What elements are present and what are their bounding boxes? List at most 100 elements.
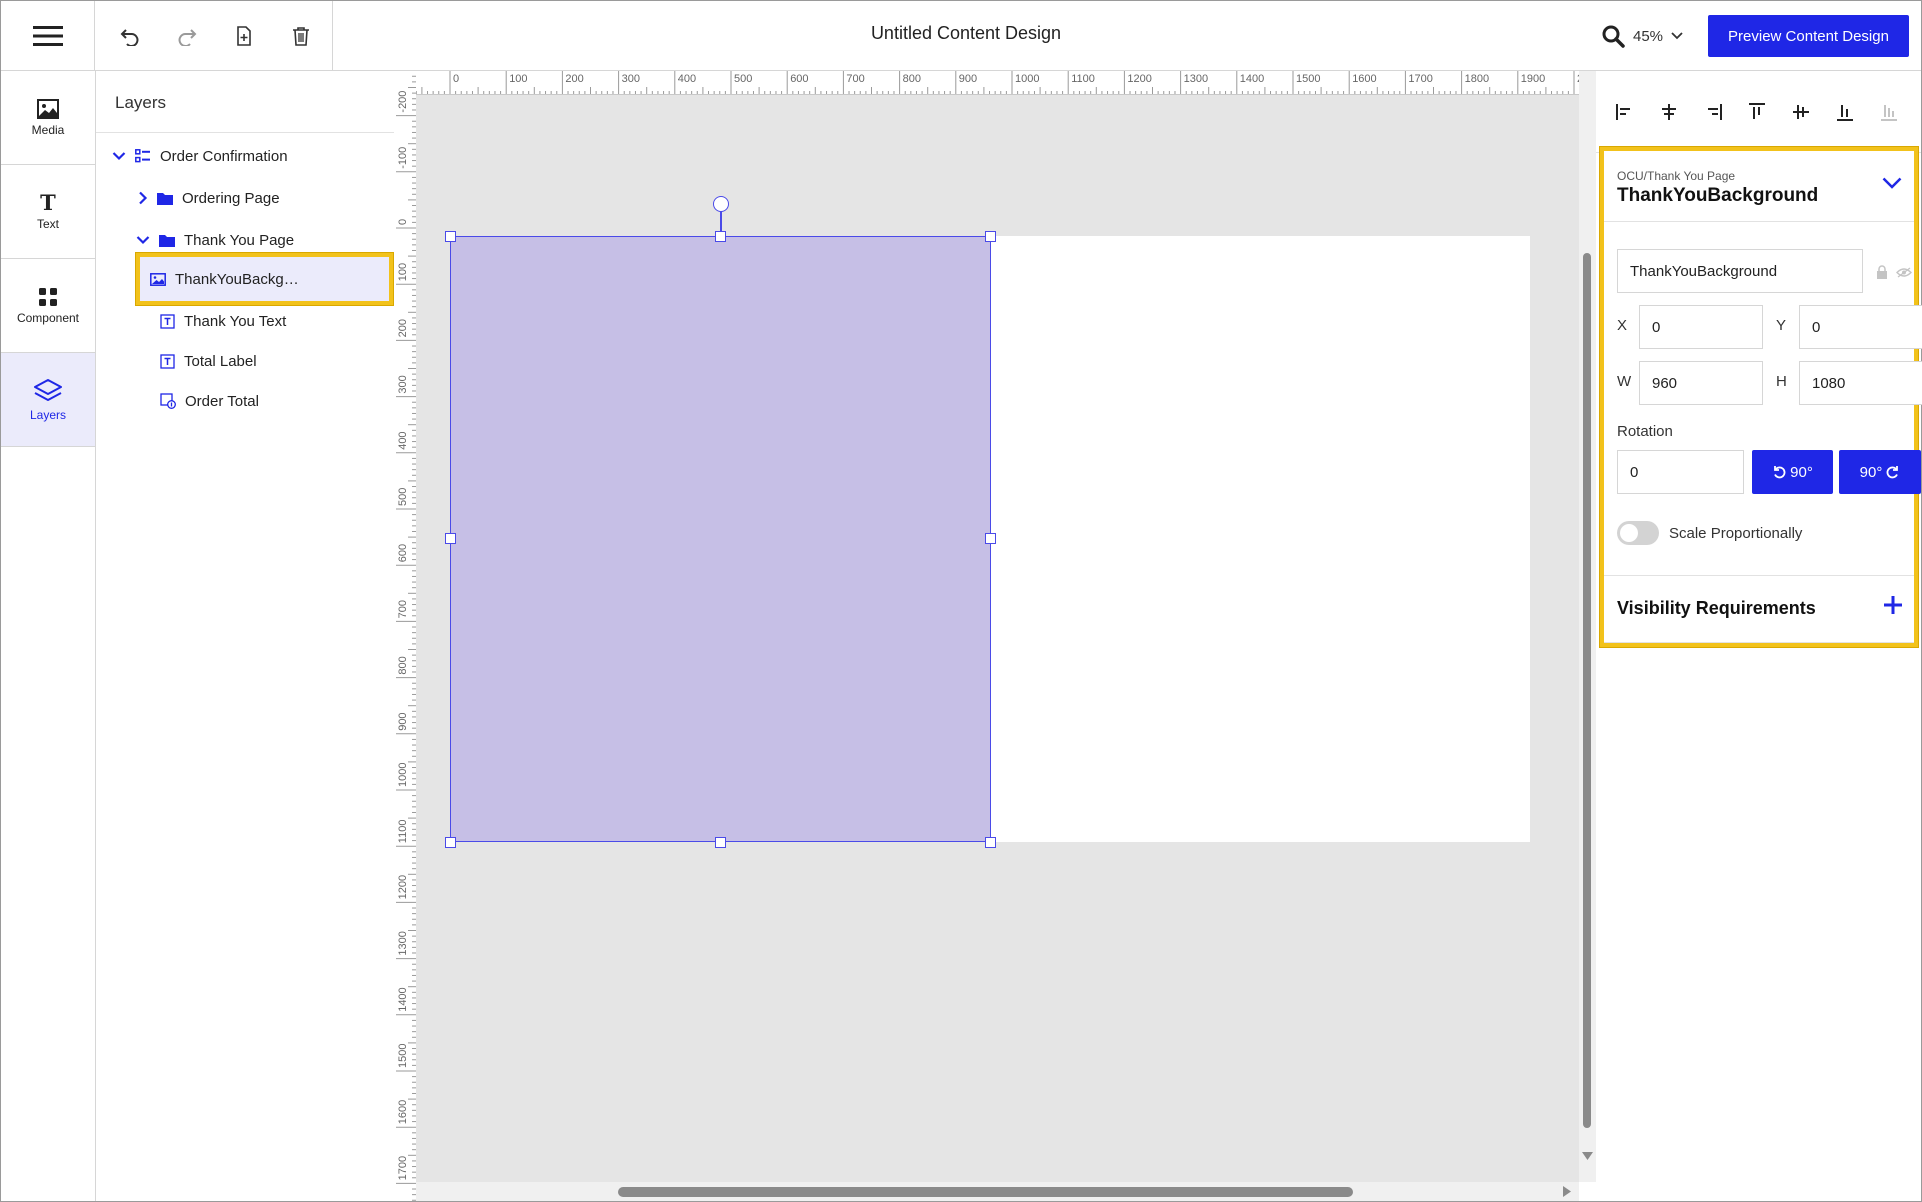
align-bottom-button[interactable] [1832,99,1858,125]
resize-handle-bottom-right[interactable] [985,837,996,848]
lock-icon[interactable] [1876,265,1888,279]
chevron-down-icon[interactable] [1882,177,1902,189]
resize-handle-right[interactable] [985,533,996,544]
align-center-horizontal-button[interactable] [1656,99,1682,125]
layer-row-thankyoubackground[interactable]: ThankYouBackg… [136,253,393,305]
ruler-label: 400 [678,73,696,85]
properties-card-header[interactable]: OCU/Thank You Page ThankYouBackground [1604,151,1914,222]
text-layer-icon [160,313,175,329]
resize-handle-bottom-left[interactable] [445,837,456,848]
layer-name-field[interactable]: ThankYouBackground [1617,249,1863,293]
ruler-label: 0 [453,73,459,85]
chevron-down-icon[interactable] [112,151,126,161]
align-bottom-icon [1837,104,1853,121]
ruler-label: 1400 [1240,73,1264,85]
resize-handle-bottom[interactable] [715,837,726,848]
redo-icon [178,29,197,46]
layer-path: OCU/Thank You Page [1617,169,1736,183]
ruler-label: 100 [509,73,527,85]
rotate-ccw-90-button[interactable]: 90° [1752,450,1833,494]
ruler-label: 500 [397,488,409,506]
layer-row-total-label[interactable]: Total Label [160,345,257,377]
resize-handle-left[interactable] [445,533,456,544]
layer-row-thank-you-page[interactable]: Thank You Page [136,224,294,256]
align-middle-vertical-button[interactable] [1788,99,1814,125]
rotate-cw-label: 90° [1859,463,1883,481]
layer-label: Thank You Page [184,231,295,249]
undo-button[interactable] [115,21,145,51]
align-middle-v-icon [1793,104,1809,119]
chevron-right-icon[interactable] [138,191,148,205]
hamburger-menu-button[interactable] [1,1,95,71]
align-right-icon [1708,103,1722,120]
rotate-cw-90-button[interactable]: 90° [1839,450,1921,494]
plus-icon[interactable] [1882,594,1904,616]
resize-handle-top[interactable] [715,231,726,242]
chevron-down-icon [1671,32,1683,40]
layer-row-thank-you-text[interactable]: Thank You Text [160,305,286,337]
ruler-label: 800 [397,656,409,674]
ruler-label: 1200 [397,875,409,899]
scale-proportionally-toggle[interactable] [1617,521,1659,545]
distribute-button[interactable] [1876,99,1902,125]
trash-icon [293,27,309,46]
zoom-control[interactable]: 45% [1601,19,1683,53]
selected-background-layer[interactable] [450,236,991,842]
ruler-label: 400 [397,431,409,449]
ruler-label: 500 [734,73,752,85]
redo-button[interactable] [172,21,202,51]
align-right-button[interactable] [1700,99,1726,125]
y-label: Y [1776,317,1787,334]
ruler-label: 1200 [1127,73,1151,85]
scroll-down-icon[interactable] [1582,1152,1593,1160]
preview-content-design-button[interactable]: Preview Content Design [1708,15,1909,57]
rotation-field[interactable]: 0 [1617,450,1744,494]
ruler-label: 1100 [1071,73,1095,85]
rail-item-media[interactable]: Media [1,71,95,165]
layer-label: ThankYouBackg… [175,270,299,288]
horizontal-scrollbar[interactable] [416,1182,1579,1201]
document-title[interactable]: Untitled Content Design [781,23,1151,44]
x-position-field[interactable]: 0 [1639,305,1763,349]
rotation-label: Rotation [1617,423,1673,440]
scroll-right-icon[interactable] [1563,1186,1571,1197]
rail-item-text[interactable]: T Text [1,165,95,259]
dynamic-value-icon [160,393,176,409]
rail-item-layers[interactable]: Layers [1,353,95,447]
vertical-scroll-thumb[interactable] [1583,253,1591,1128]
ruler-label: -200 [397,91,409,113]
layer-row-order-total[interactable]: Order Total [160,385,259,417]
delete-button[interactable] [286,21,316,51]
layer-row-order-confirmation[interactable]: Order Confirmation [112,140,288,172]
align-top-button[interactable] [1744,99,1770,125]
vertical-scrollbar[interactable] [1579,71,1596,1182]
layer-row-ordering-page[interactable]: Ordering Page [138,182,280,214]
rotate-ccw-icon [1774,466,1786,479]
y-position-field[interactable]: 0 [1799,305,1922,349]
height-field[interactable]: 1080 [1799,361,1922,405]
horizontal-scroll-thumb[interactable] [618,1187,1353,1197]
align-left-button[interactable] [1612,99,1638,125]
layer-label: Total Label [184,352,257,370]
ruler-label: 1800 [1465,73,1489,85]
visibility-eye-icon[interactable] [1896,267,1912,278]
width-field[interactable]: 960 [1639,361,1763,405]
rail-item-component[interactable]: Component [1,259,95,353]
resize-handle-top-right[interactable] [985,231,996,242]
x-label: X [1617,317,1628,334]
chevron-down-icon[interactable] [136,235,150,245]
visibility-requirements-title: Visibility Requirements [1617,598,1816,618]
ruler-label: 300 [397,375,409,393]
folder-icon [157,192,173,205]
scale-proportionally-label: Scale Proportionally [1669,525,1803,542]
new-page-button[interactable] [229,21,259,51]
layers-panel-title: Layers [96,71,394,133]
design-canvas[interactable] [416,95,1579,1182]
folder-icon [159,234,175,247]
rotation-handle[interactable] [713,196,729,212]
layer-label: Order Total [185,392,259,410]
top-toolbar: Untitled Content Design 45% Preview Cont… [1,1,1921,71]
ruler-label: 1700 [397,1156,409,1180]
ruler-label: 1600 [397,1100,409,1124]
resize-handle-top-left[interactable] [445,231,456,242]
